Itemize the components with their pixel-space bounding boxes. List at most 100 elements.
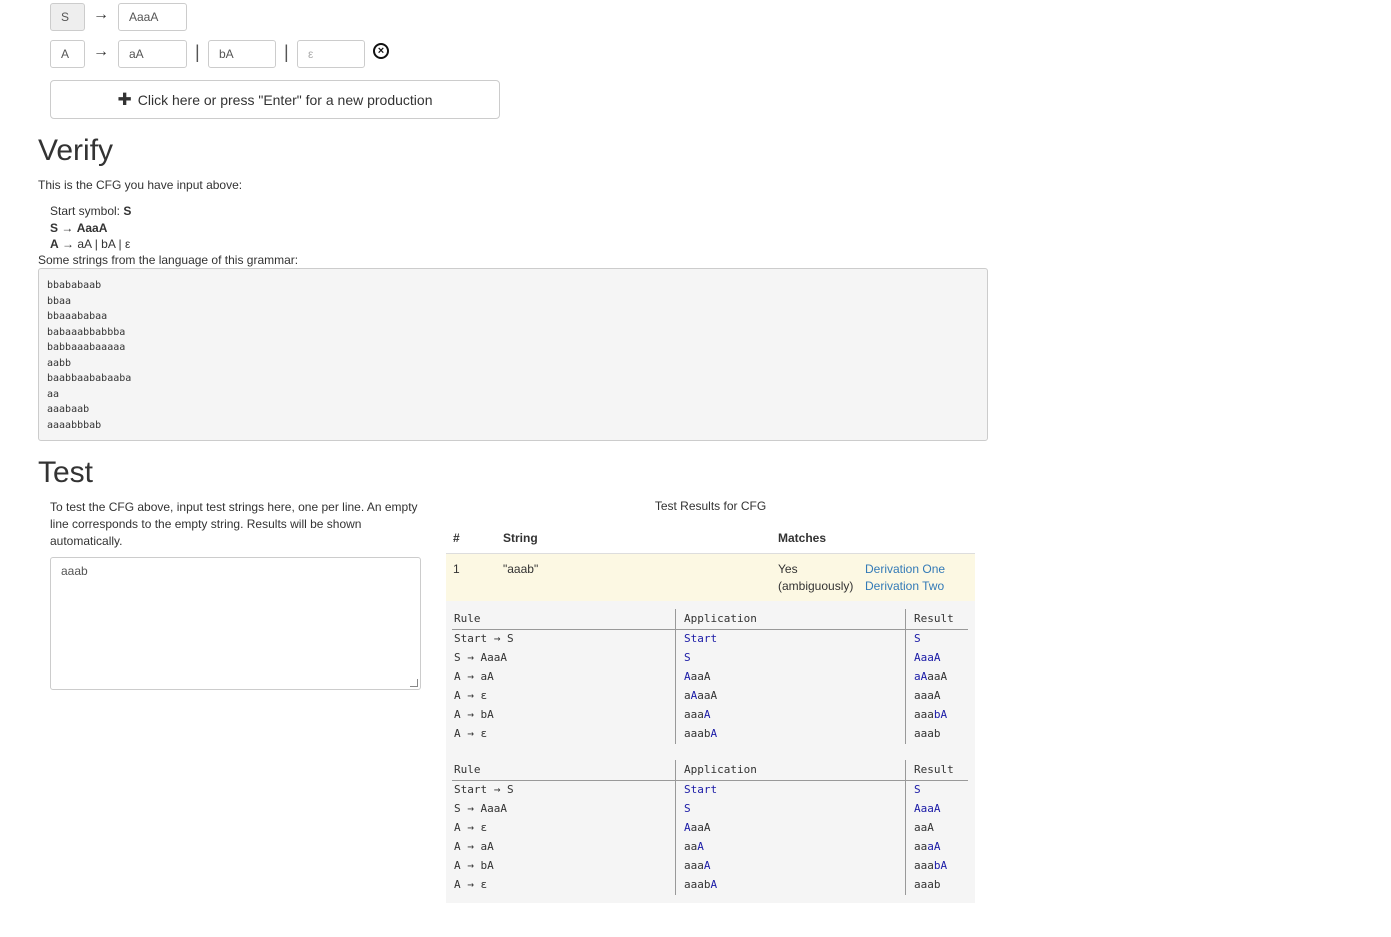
plus-icon: ✚: [117, 90, 132, 109]
application-highlight: S: [684, 802, 691, 815]
rhs-field-2c[interactable]: ε: [297, 40, 365, 68]
result-text: aaaA: [914, 689, 941, 702]
rule1-lhs: S: [50, 220, 59, 235]
application-highlight: A: [703, 708, 711, 721]
derivation-result: aAaaA: [914, 670, 947, 683]
derivation-header-rule: Rule: [454, 763, 481, 776]
result-text: aa: [914, 840, 928, 853]
verify-intro: This is the CFG you have input above:: [38, 178, 243, 192]
result-text: aaab: [914, 727, 941, 740]
result-match: Yes: [778, 562, 798, 576]
derivation-one-link[interactable]: Derivation One: [865, 562, 945, 576]
application-text: a: [684, 689, 691, 702]
derivation-two-link[interactable]: Derivation Two: [865, 579, 944, 593]
derivation-result: AaaA: [914, 651, 941, 664]
result-highlight: S: [914, 632, 921, 645]
application-text: aaA: [690, 821, 711, 834]
sample-string: aabb: [47, 357, 72, 369]
new-production-label: Click here or press "Enter" for a new pr…: [137, 92, 433, 108]
test-strings-input[interactable]: aaab: [50, 557, 421, 690]
column-divider: [905, 609, 906, 744]
application-highlight: A: [684, 670, 691, 683]
application-text: aaA: [690, 670, 711, 683]
column-divider: [905, 760, 906, 895]
test-instructions: To test the CFG above, input test string…: [50, 500, 418, 548]
application-text: aa: [684, 840, 698, 853]
application-text: aaab: [684, 727, 711, 740]
derivation-header-result: Result: [914, 763, 954, 776]
resize-handle-icon[interactable]: [410, 679, 418, 687]
result-text: aaA: [914, 821, 934, 834]
derivation-result: aaabA: [914, 708, 947, 721]
verify-heading: Verify: [38, 134, 114, 167]
result-text: aaab: [914, 878, 941, 891]
result-text: aaA: [927, 670, 948, 683]
derivation-application: AaaA: [684, 670, 711, 683]
sample-string: bbaaababaa: [47, 311, 108, 322]
result-highlight: S: [914, 783, 921, 796]
derivation-result: aaab: [914, 878, 941, 891]
separator-1: |: [195, 42, 200, 62]
rule1-arrow: →: [61, 220, 74, 235]
derivation-result: S: [914, 783, 921, 796]
arrow-1: →: [93, 6, 109, 23]
derivation-result: aaaA: [914, 689, 941, 702]
col-string: String: [503, 531, 538, 545]
derivation-rule: Start → S: [454, 783, 514, 796]
derivation-application: aaA: [684, 840, 704, 853]
derivation-application: S: [684, 651, 691, 664]
sample-string: aaabaab: [47, 404, 90, 415]
derivation-rule: A → bA: [454, 708, 494, 721]
remove-production-icon[interactable]: ×: [373, 43, 389, 59]
application-highlight: S: [684, 651, 691, 664]
derivation-rule: Start → S: [454, 632, 514, 645]
derivation-result: aaab: [914, 727, 941, 740]
rule2-lhs: A: [50, 237, 59, 251]
derivation-rule: A → ε: [454, 878, 488, 891]
result-ambiguity: (ambiguously): [778, 579, 854, 593]
header-underline: [452, 629, 968, 630]
rhs-field-2b[interactable]: bA: [208, 40, 276, 68]
result-highlight: AaaA: [914, 802, 941, 815]
header-underline: [452, 780, 968, 781]
rule2-arrow: →: [62, 237, 75, 251]
derivation-result: S: [914, 632, 921, 645]
derivation-header-application: Application: [684, 763, 757, 776]
lhs-field-1[interactable]: S: [50, 3, 85, 31]
derivation-rule: A → aA: [454, 670, 494, 683]
start-symbol: S: [123, 204, 132, 218]
separator-2: |: [284, 42, 289, 62]
rule2-alt: aA: [77, 237, 92, 251]
result-text: aaa: [914, 859, 934, 872]
result-highlight: bA: [933, 708, 948, 721]
derivation-application: Start: [684, 783, 717, 796]
strings-label: Some strings from the language of this g…: [38, 253, 299, 267]
sample-string: babbaaabaaaaa: [47, 342, 126, 353]
application-text: aaab: [684, 878, 711, 891]
sample-string: bbababaab: [47, 280, 102, 291]
new-production-button[interactable]: ✚ Click here or press "Enter" for a new p…: [50, 80, 500, 119]
application-highlight: A: [697, 840, 704, 853]
rhs-field-2a[interactable]: aA: [118, 40, 187, 68]
rule2-alt: ε: [124, 237, 131, 251]
application-text: aaA: [697, 689, 718, 702]
derivation-application: S: [684, 802, 691, 815]
application-highlight: A: [684, 821, 691, 834]
derivation-application: AaaA: [684, 821, 711, 834]
sample-string: aa: [47, 388, 60, 400]
result-highlight: bA: [933, 859, 948, 872]
derivation-result: AaaA: [914, 802, 941, 815]
derivation-rule: A → aA: [454, 840, 494, 853]
application-highlight: A: [710, 878, 718, 891]
column-divider: [675, 609, 676, 744]
derivation-rule: S → AaaA: [454, 651, 507, 664]
application-highlight: Start: [684, 632, 718, 645]
lhs-field-2[interactable]: A: [50, 40, 85, 68]
rhs-field-1[interactable]: AaaA: [118, 3, 187, 31]
derivation-application: aaabA: [684, 878, 717, 891]
derivation-rule: S → AaaA: [454, 802, 507, 815]
col-matches: Matches: [778, 531, 827, 545]
grammar-summary: Start symbol: S S → AaaA A → aA | bA | ε: [50, 204, 132, 251]
application-highlight: Start: [684, 783, 718, 796]
application-highlight: A: [703, 859, 711, 872]
